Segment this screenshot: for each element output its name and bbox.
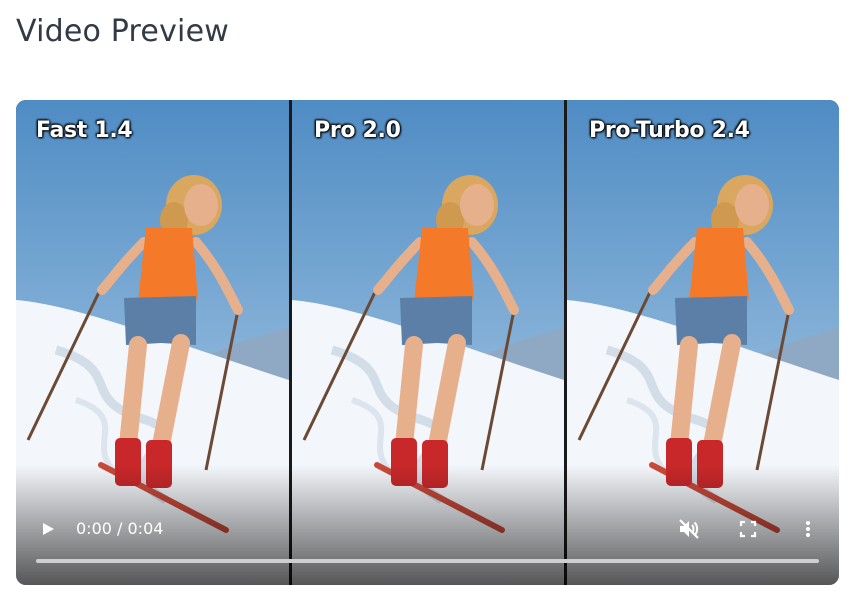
fullscreen-button[interactable] — [734, 515, 762, 543]
play-icon — [43, 523, 54, 535]
time-display: 0:00 / 0:04 — [76, 519, 164, 538]
more-vertical-icon — [806, 521, 810, 537]
video-controls: 0:00 / 0:04 — [16, 505, 839, 585]
volume-muted-icon — [679, 519, 699, 539]
mute-button[interactable] — [675, 515, 703, 543]
panel-label-pro-turbo: Pro-Turbo 2.4 — [589, 118, 750, 143]
panel-label-fast: Fast 1.4 — [36, 118, 133, 143]
more-options-button[interactable] — [794, 515, 822, 543]
fullscreen-icon — [739, 520, 757, 538]
seek-bar[interactable] — [36, 559, 819, 563]
page-title: Video Preview — [16, 14, 229, 49]
video-player[interactable]: Fast 1.4 Pro 2.0 Pro-Turbo 2.4 0:00 / 0:… — [16, 100, 839, 585]
panel-label-pro: Pro 2.0 — [314, 118, 401, 143]
play-button[interactable] — [34, 515, 62, 543]
